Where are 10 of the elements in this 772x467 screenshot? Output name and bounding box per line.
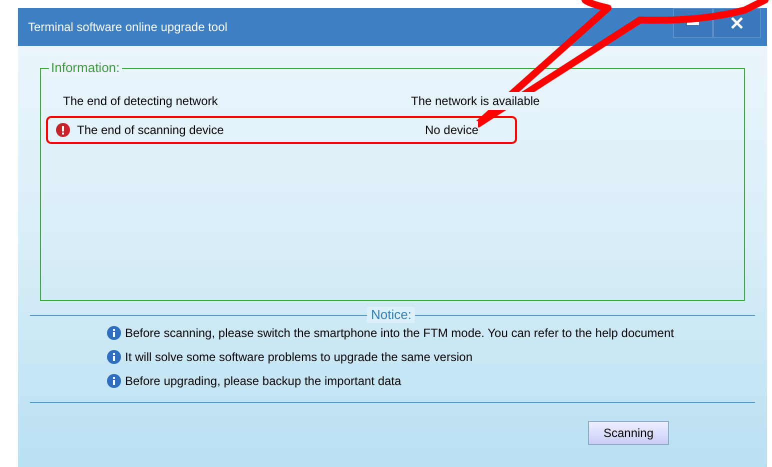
scanning-button[interactable]: Scanning (588, 421, 669, 445)
window-title: Terminal software online upgrade tool (28, 19, 228, 36)
status-value: The network is available (411, 92, 540, 110)
notice-text: It will solve some software problems to upgrade the same version (125, 349, 472, 366)
status-label: The end of detecting network (63, 93, 219, 110)
status-value: No device (425, 121, 478, 139)
status-label: The end of scanning device (77, 122, 225, 139)
notice-text: Before upgrading, please backup the important data (125, 373, 402, 390)
section-title: Notice: (367, 307, 416, 323)
notice-text: Before scanning, please switch the smartphone into the FTM mode. You can refer to the help document (125, 325, 674, 342)
